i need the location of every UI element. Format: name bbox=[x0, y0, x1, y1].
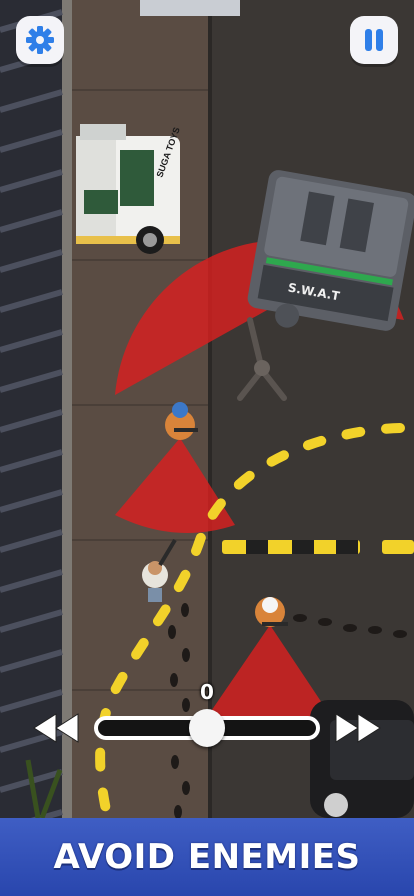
rewind-icon bbox=[33, 713, 79, 743]
timeline-knob[interactable] bbox=[189, 709, 225, 747]
gate bbox=[140, 0, 240, 16]
delivery-truck: SUGA TOYS bbox=[76, 124, 182, 254]
banner-text: AVOID ENEMIES bbox=[53, 837, 361, 877]
rewind-button[interactable] bbox=[30, 710, 82, 746]
pause-button[interactable] bbox=[350, 16, 398, 64]
road-barrier bbox=[222, 540, 414, 554]
fast-forward-icon bbox=[335, 713, 381, 743]
pause-icon bbox=[365, 29, 383, 51]
fast-forward-button[interactable] bbox=[332, 710, 384, 746]
game-scene: SUGA TOYS S.W.A.T bbox=[0, 0, 414, 896]
timeline-scrubber bbox=[30, 708, 384, 748]
gear-icon bbox=[26, 26, 54, 54]
move-counter: 0 bbox=[200, 680, 214, 704]
building-left bbox=[0, 0, 72, 896]
tutorial-banner: AVOID ENEMIES bbox=[0, 818, 414, 896]
settings-button[interactable] bbox=[16, 16, 64, 64]
